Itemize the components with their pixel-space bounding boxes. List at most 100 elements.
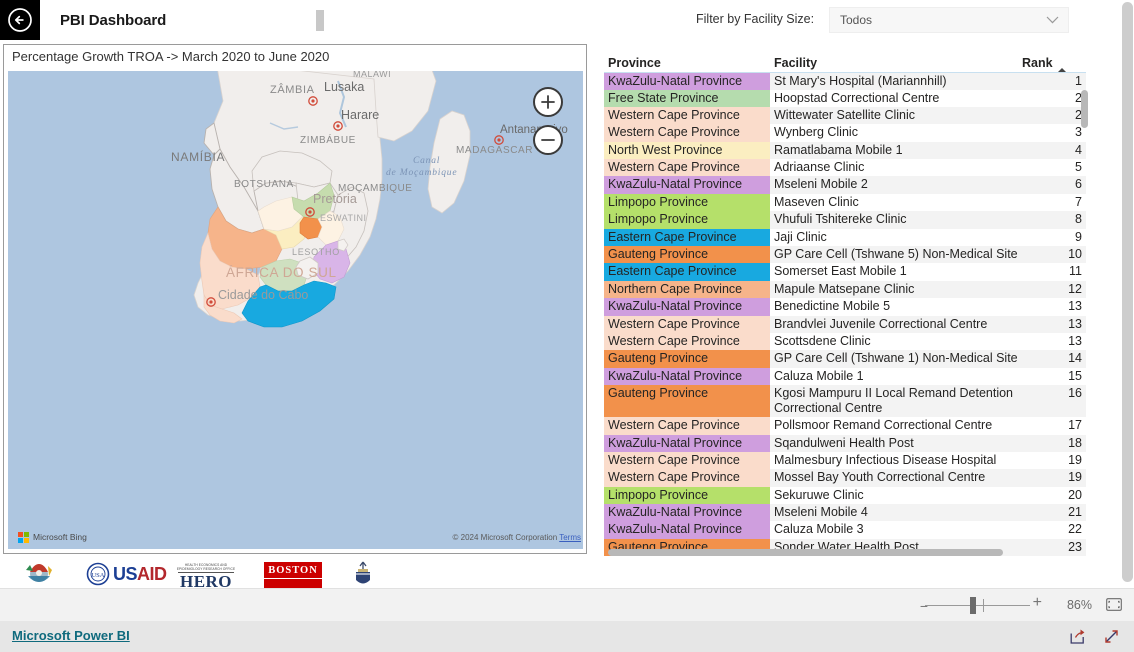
cell-rank: 19 <box>1018 469 1086 487</box>
table-row[interactable]: Limpopo Province Vhufuli Tshitereke Clini… <box>604 211 1086 229</box>
cell-rank: 10 <box>1018 246 1086 264</box>
cell-rank: 7 <box>1075 194 1082 209</box>
cell-facility: Hoopstad Correctional Centre <box>774 90 940 105</box>
cell-province: Western Cape Province <box>604 417 770 435</box>
cell-province: KwaZulu-Natal Province <box>604 298 770 316</box>
hero-logo: HEALTH ECONOMICS AND EPIDEMIOLOGY RESEAR… <box>176 563 236 590</box>
table-body: KwaZulu-Natal Province St Mary's Hospital… <box>604 72 1086 556</box>
table-row[interactable]: KwaZulu-Natal Province Sqandulweni Health… <box>604 434 1086 452</box>
usaid-logo: USA USAID <box>86 562 167 586</box>
cell-province: KwaZulu-Natal Province <box>604 521 770 539</box>
cell-facility: Mseleni Mobile 2 <box>770 176 1018 194</box>
cell-rank: 9 <box>1075 229 1082 244</box>
table-row[interactable]: KwaZulu-Natal Province Caluza Mobile 3 22 <box>604 521 1086 539</box>
svg-text:ESWATINI: ESWATINI <box>320 213 367 223</box>
table-row[interactable]: Western Cape Province Adriaanse Clinic 5 <box>604 159 1086 177</box>
table-row[interactable]: Western Cape Province Brandvlei Juvenile … <box>604 315 1086 333</box>
cell-rank: 17 <box>1068 418 1082 433</box>
table-row[interactable]: Gauteng Province Kgosi Mampuru II Local R… <box>604 385 1086 418</box>
cell-facility: St Mary's Hospital (Mariannhill) <box>770 72 1018 90</box>
svg-text:LESOTHO: LESOTHO <box>292 247 340 257</box>
cell-province: Western Cape Province <box>604 469 770 487</box>
cell-facility: Somerset East Mobile 1 <box>774 264 907 279</box>
table-row[interactable]: Eastern Cape Province Somerset East Mobil… <box>604 263 1086 281</box>
column-header-province[interactable]: Province <box>604 44 770 73</box>
zoom-slider-track[interactable] <box>925 605 1030 606</box>
chevron-down-icon <box>1046 16 1068 24</box>
table-row[interactable]: Gauteng Province GP Care Cell (Tshwane 5)… <box>604 246 1086 264</box>
south-africa-government-logo <box>26 564 52 582</box>
svg-text:de Moçambique: de Moçambique <box>386 168 457 178</box>
usaid-seal-icon: USA <box>86 562 110 586</box>
cell-rank: 13 <box>1018 315 1086 333</box>
cell-facility: Brandvlei Juvenile Correctional Centre <box>770 315 1018 333</box>
table-row[interactable]: Gauteng Province GP Care Cell (Tshwane 1)… <box>604 350 1086 368</box>
cell-facility: Mossel Bay Youth Correctional Centre <box>770 469 1018 487</box>
power-bi-link[interactable]: Microsoft Power BI <box>12 628 130 643</box>
table-row[interactable]: Western Cape Province Mossel Bay Youth Co… <box>604 469 1086 487</box>
cell-rank: 5 <box>1075 160 1082 175</box>
facility-size-filter-select[interactable]: Todos <box>829 7 1069 33</box>
facility-size-filter-value: Todos <box>840 13 873 27</box>
cell-rank: 13 <box>1068 299 1082 314</box>
table-horizontal-scrollbar[interactable] <box>608 549 1003 556</box>
column-header-facility[interactable]: Facility <box>770 44 1018 73</box>
table-row[interactable]: KwaZulu-Natal Province Mseleni Mobile 26 <box>604 176 1086 194</box>
table-row[interactable]: KwaZulu-Natal Province St Mary's Hospital… <box>604 72 1086 90</box>
map-canvas[interactable]: ZÂMBIA Lusaka MALAWI Harare ZIMBÁBUE MOÇ… <box>8 71 583 549</box>
map-zoom-out-button[interactable] <box>533 125 563 155</box>
cell-facility: Mapule Matsepane Clinic <box>770 280 1018 299</box>
table-vertical-scrollbar[interactable] <box>1081 90 1088 128</box>
facility-size-filter-label: Filter by Facility Size: <box>696 12 815 26</box>
svg-text:MADAGASCAR: MADAGASCAR <box>456 145 533 156</box>
cell-facility: Vhufuli Tshitereke Clinic <box>770 211 1018 229</box>
app-footer: Microsoft Power BI <box>0 621 1134 652</box>
table-row[interactable]: Northern Cape Province Mapule Matsepane C… <box>604 280 1086 299</box>
map-zoom-in-button[interactable] <box>533 87 563 117</box>
table-row[interactable]: Eastern Cape Province Jaji Clinic 9 <box>604 228 1086 247</box>
zoom-slider-thumb[interactable] <box>970 597 976 614</box>
cell-rank: 22 <box>1068 522 1082 537</box>
cell-facility: Caluza Mobile 1 <box>774 368 864 383</box>
page-title: PBI Dashboard <box>60 12 167 29</box>
cell-province: Western Cape Province <box>604 106 770 125</box>
table-row[interactable]: Western Cape Province Malmesbury Infectio… <box>604 451 1086 470</box>
share-icon[interactable] <box>1069 628 1086 650</box>
svg-text:Cidade do Cabo: Cidade do Cabo <box>218 288 308 302</box>
page-scrollbar-thumb[interactable] <box>1122 2 1133 582</box>
cell-rank: 8 <box>1018 211 1086 229</box>
table-row[interactable]: Western Cape Province Wynberg Clinic 3 <box>604 124 1086 142</box>
fit-to-page-icon[interactable] <box>1106 598 1122 616</box>
table-row[interactable]: KwaZulu-Natal Province Mseleni Mobile 4 21 <box>604 504 1086 522</box>
svg-text:MALAWI: MALAWI <box>353 71 391 79</box>
page-scrollbar-track[interactable] <box>1121 0 1134 588</box>
table-row[interactable]: Free State Province Hoopstad Correctional… <box>604 89 1086 107</box>
cell-rank: 1 <box>1018 72 1086 90</box>
table-row[interactable]: North West Province Ramatlabama Mobile 14 <box>604 141 1086 160</box>
table-row[interactable]: Western Cape Province Scottsdene Clinic 13 <box>604 332 1086 351</box>
fullscreen-icon[interactable] <box>1103 628 1120 650</box>
cell-facility: Mseleni Mobile 4 <box>770 504 1018 522</box>
cell-province: Limpopo Province <box>604 211 770 229</box>
column-header-rank[interactable]: Rank <box>1018 44 1086 73</box>
table-row[interactable]: Limpopo Province Maseven Clinic 7 <box>604 193 1086 212</box>
zoom-in-button[interactable]: + <box>1033 594 1042 612</box>
facility-rank-table[interactable]: Province Facility Rank KwaZulu-Natal Pro… <box>604 44 1090 556</box>
zoom-out-button[interactable]: − <box>920 598 928 614</box>
table-grid: Province Facility Rank KwaZulu-Natal Pro… <box>604 44 1086 556</box>
map-labels: ZÂMBIA Lusaka MALAWI Harare ZIMBÁBUE MOÇ… <box>171 71 568 302</box>
cell-province: Gauteng Province <box>604 350 770 368</box>
cell-rank: 6 <box>1018 176 1086 194</box>
table-row[interactable]: Western Cape Province Wittewater Satellit… <box>604 106 1086 125</box>
cell-province: Gauteng Province <box>604 385 770 418</box>
cell-facility: Malmesbury Infectious Disease Hospital <box>774 452 997 467</box>
cell-facility: Scottsdene Clinic <box>774 333 871 348</box>
back-button[interactable] <box>0 0 40 40</box>
table-row[interactable]: Western Cape Province Pollsmoor Remand Co… <box>604 417 1086 435</box>
cell-province: Free State Province <box>604 89 770 107</box>
table-row[interactable]: Limpopo Province Sekuruwe Clinic 20 <box>604 486 1086 505</box>
sort-ascending-icon <box>1058 67 1066 72</box>
table-row[interactable]: KwaZulu-Natal Province Benedictine Mobile… <box>604 298 1086 316</box>
table-row[interactable]: KwaZulu-Natal Province Caluza Mobile 1 15 <box>604 367 1086 386</box>
cell-rank: 19 <box>1068 452 1082 467</box>
